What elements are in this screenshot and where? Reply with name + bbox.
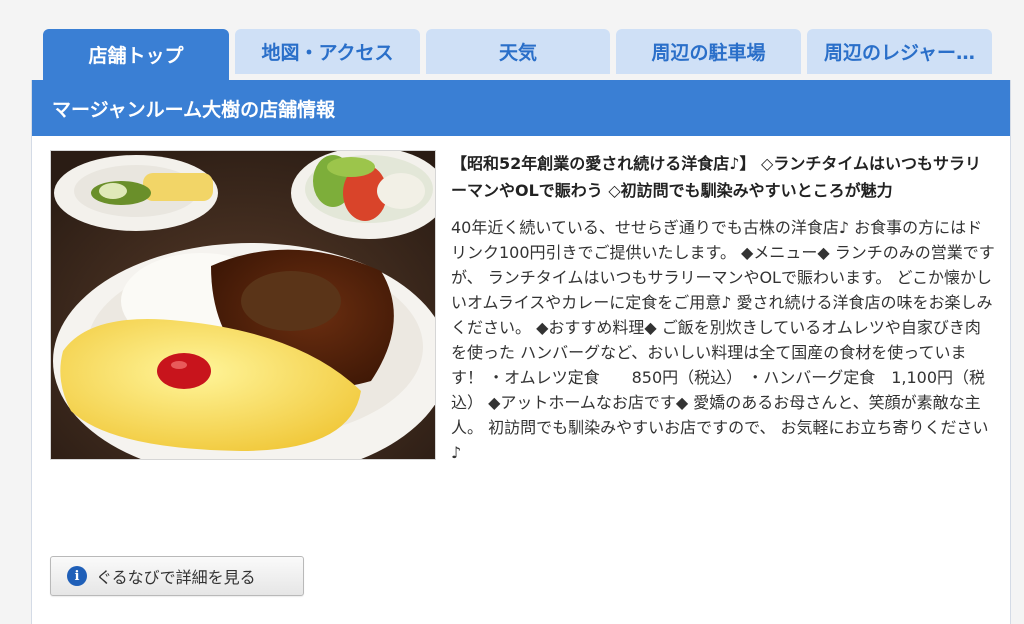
info-icon: i: [67, 566, 87, 586]
tab-store-top[interactable]: 店舗トップ: [43, 29, 229, 80]
panel-header: マージャンルーム大樹の店舗情報: [32, 80, 1010, 136]
tab-weather[interactable]: 天気: [426, 29, 610, 74]
tab-map-access[interactable]: 地図・アクセス: [235, 29, 420, 74]
tab-bar: 店舗トップ 地図・アクセス 天気 周辺の駐車場 周辺のレジャー…: [43, 29, 994, 80]
tab-nearby-leisure[interactable]: 周辺のレジャー…: [807, 29, 992, 74]
tab-nearby-parking[interactable]: 周辺の駐車場: [616, 29, 801, 74]
gurunavi-detail-button[interactable]: i ぐるなびで詳細を見る: [50, 556, 304, 596]
store-description-block: 【昭和52年創業の愛され続ける洋食店♪】 ◇ランチタイムはいつもサラリーマンやO…: [48, 150, 996, 465]
page-title: マージャンルーム大樹の店舗情報: [52, 98, 336, 121]
detail-button-label: ぐるなびで詳細を見る: [96, 568, 256, 587]
store-info-panel: マージャンルーム大樹の店舗情報 【昭和52年創業の愛され続ける洋食店♪】 ◇ラン…: [31, 80, 1011, 624]
